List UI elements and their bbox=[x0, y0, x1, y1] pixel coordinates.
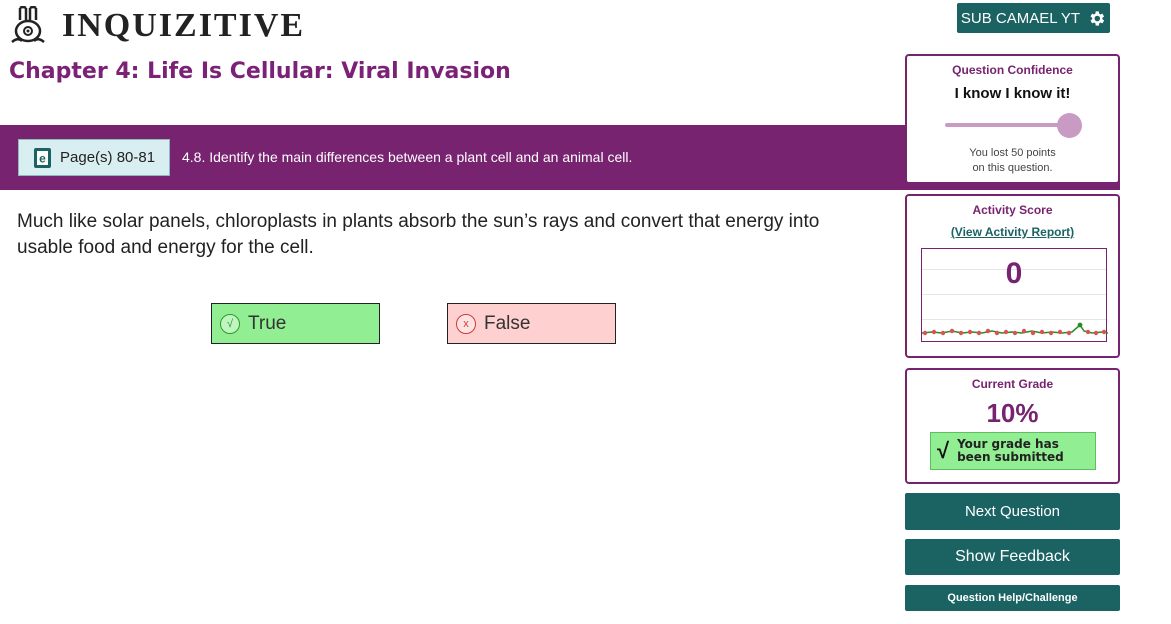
incorrect-x-icon: x bbox=[456, 313, 476, 334]
activity-score-value: 0 bbox=[1005, 257, 1023, 290]
chapter-title: Chapter 4: Life Is Cellular: Viral Invas… bbox=[9, 59, 511, 84]
page-reference-label: Page(s) 80-81 bbox=[60, 149, 156, 166]
learning-objective: 4.8. Identify the main differences betwe… bbox=[182, 149, 633, 165]
question-confidence-card: Question Confidence I know I know it! Yo… bbox=[905, 54, 1120, 184]
svg-text:e: e bbox=[39, 151, 46, 165]
grade-submitted-line2: been submitted bbox=[957, 450, 1064, 464]
correct-check-icon: √ bbox=[220, 313, 240, 334]
inquizitive-page: INQUIZITIVE SUB CAMAEL YT Chapter 4: Lif… bbox=[0, 0, 1171, 624]
answer-true-label: True bbox=[248, 312, 287, 334]
gear-icon bbox=[1090, 10, 1105, 26]
page-reference-button[interactable]: e Page(s) 80-81 bbox=[18, 139, 170, 176]
user-name: SUB CAMAEL YT bbox=[960, 9, 1081, 27]
show-feedback-button[interactable]: Show Feedback bbox=[905, 539, 1120, 575]
confidence-title: Question Confidence bbox=[952, 63, 1073, 77]
rabbit-icon bbox=[11, 6, 45, 43]
activity-score-card: Activity Score (View Activity Report) 0 bbox=[905, 194, 1120, 358]
checkmark-icon: √ bbox=[937, 438, 950, 463]
activity-score-title: Activity Score bbox=[972, 203, 1053, 217]
logo-text: INQUIZITIVE bbox=[62, 7, 306, 44]
question-text: Much like solar panels, chloroplasts in … bbox=[17, 211, 820, 258]
app-logo[interactable]: INQUIZITIVE bbox=[8, 4, 305, 48]
current-grade-card: Current Grade 10% √ Your grade has been … bbox=[905, 368, 1120, 484]
confidence-slider-track bbox=[945, 123, 1069, 127]
grade-submitted-text: Your grade has been submitted bbox=[957, 438, 1064, 464]
current-grade-title: Current Grade bbox=[971, 377, 1054, 391]
confidence-slider-thumb[interactable] bbox=[1057, 113, 1082, 138]
answer-false-button[interactable]: x False bbox=[447, 303, 616, 344]
current-grade-value: 10% bbox=[986, 398, 1039, 428]
points-note: You lost 50 points on this question. bbox=[907, 146, 1118, 176]
grade-submitted-badge: √ Your grade has been submitted bbox=[930, 432, 1096, 470]
view-activity-report-link[interactable]: (View Activity Report) bbox=[907, 225, 1118, 239]
answer-false-label: False bbox=[484, 312, 531, 334]
points-note-line2: on this question. bbox=[972, 162, 1053, 174]
question-help-button[interactable]: Question Help/Challenge bbox=[905, 585, 1120, 611]
next-question-button[interactable]: Next Question bbox=[905, 493, 1120, 530]
answer-true-button[interactable]: √ True bbox=[211, 303, 380, 344]
user-menu-button[interactable]: SUB CAMAEL YT bbox=[957, 3, 1110, 33]
activity-score-graph: 0 bbox=[921, 248, 1108, 342]
ebook-icon: e bbox=[34, 147, 51, 168]
confidence-value: I know I know it! bbox=[954, 85, 1071, 102]
points-note-line1: You lost 50 points bbox=[969, 147, 1056, 159]
